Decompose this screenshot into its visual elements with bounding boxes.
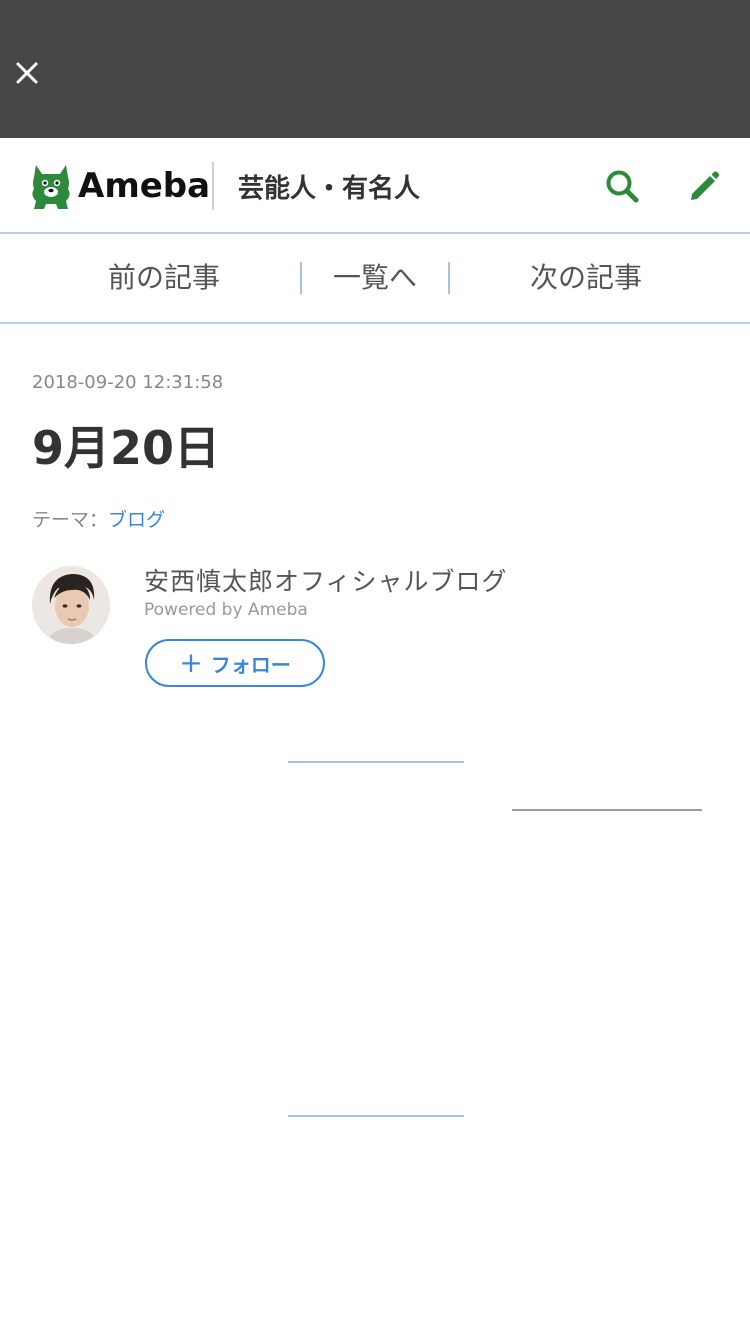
follow-button[interactable]: + フォロー	[145, 639, 325, 687]
next-article-link[interactable]: 次の記事	[462, 234, 710, 322]
logo-wordmark: Ameba	[78, 166, 211, 206]
loading-placeholder-line	[288, 1115, 464, 1117]
blog-name[interactable]: 安西慎太郎オフィシャルブログ	[144, 562, 508, 598]
article-title: 9月20日	[32, 421, 221, 475]
site-header: Ameba 芸能人・有名人	[0, 138, 750, 234]
prev-article-link[interactable]: 前の記事	[40, 234, 288, 322]
article-date: 2018-09-20 12:31:58	[32, 372, 224, 393]
search-icon[interactable]	[602, 166, 642, 206]
follow-label: フォロー	[210, 652, 291, 677]
category-label[interactable]: 芸能人・有名人	[238, 168, 420, 205]
ameba-logo[interactable]: Ameba	[30, 160, 210, 212]
plus-icon: +	[179, 646, 203, 679]
ameba-mascot-icon	[32, 165, 70, 209]
loading-placeholder-line	[288, 761, 464, 763]
avatar[interactable]	[32, 566, 110, 644]
loading-placeholder-line	[512, 809, 702, 811]
pencil-icon[interactable]	[684, 166, 724, 206]
top-overlay-bar	[0, 0, 750, 138]
theme-label: テーマ：	[32, 509, 109, 531]
close-icon[interactable]	[10, 56, 44, 90]
header-divider	[212, 162, 214, 210]
powered-by-text: Powered by Ameba	[144, 600, 308, 620]
pager-divider	[448, 262, 450, 294]
article-pager: 前の記事 一覧へ 次の記事	[0, 234, 750, 324]
theme-link[interactable]: ブログ	[108, 509, 165, 531]
article-list-link[interactable]: 一覧へ	[302, 234, 448, 322]
article-theme: テーマ：ブログ	[32, 505, 165, 532]
